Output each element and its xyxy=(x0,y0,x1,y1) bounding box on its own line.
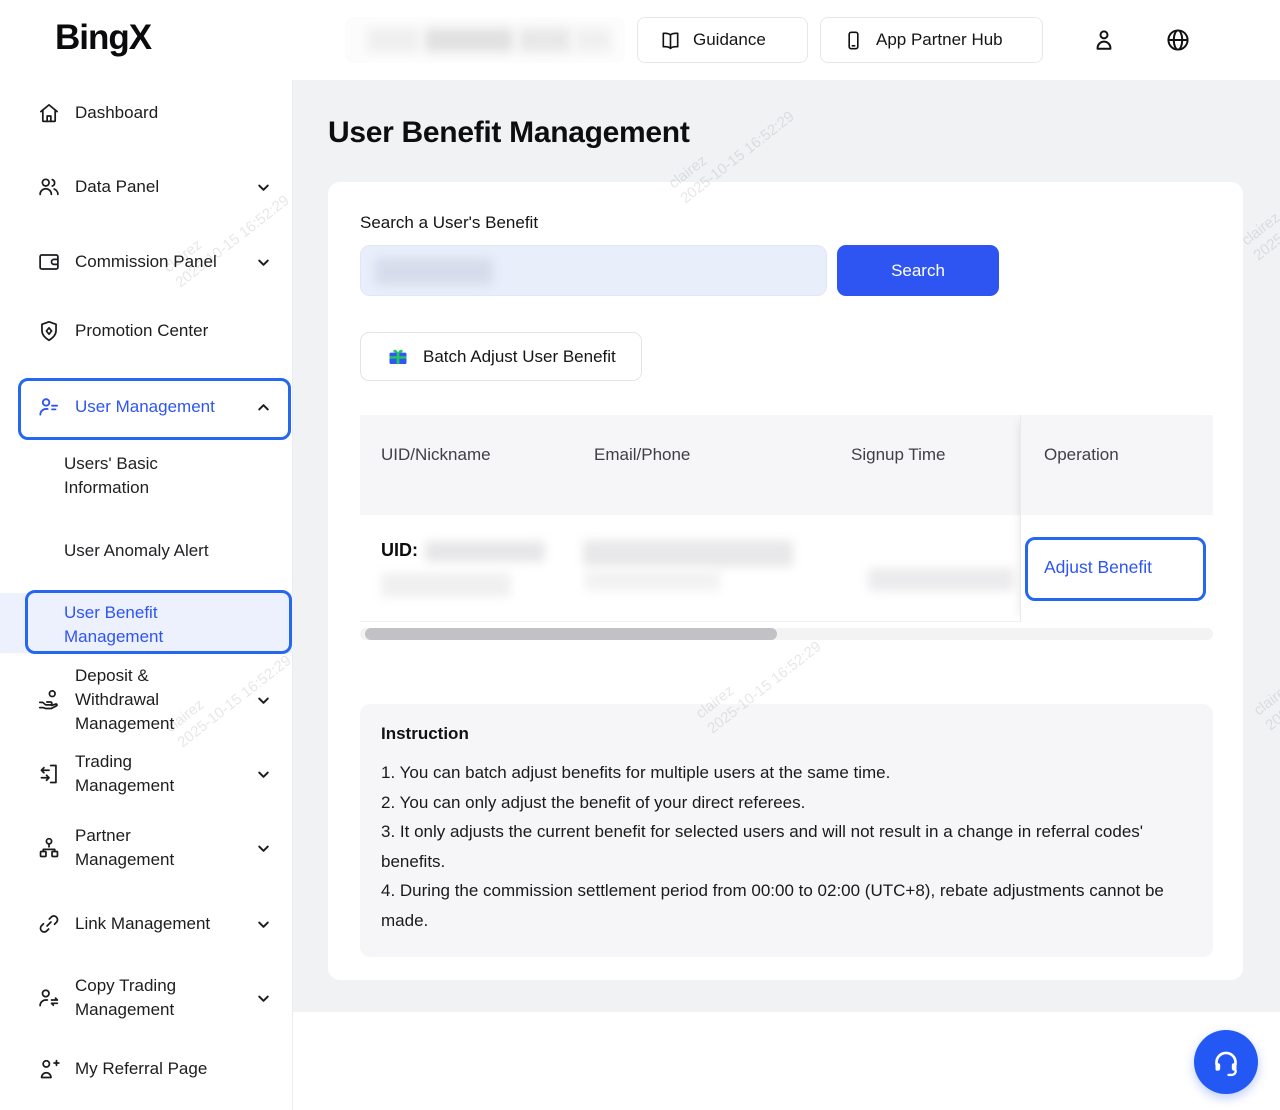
blurred-signup-time xyxy=(868,568,1014,591)
guidance-label: Guidance xyxy=(693,30,766,50)
sidebar-label: Promotion Center xyxy=(75,319,208,343)
gift-icon xyxy=(386,345,410,369)
benefit-table: UID/Nickname Email/Phone Signup Time UID… xyxy=(360,415,1213,622)
main-content: User Benefit Management Search a User's … xyxy=(293,80,1280,1012)
chevron-up-icon xyxy=(256,400,271,415)
sidebar-item-user-management[interactable]: User Management xyxy=(0,390,293,424)
sidebar-label: Deposit & Withdrawal Management xyxy=(75,664,183,736)
sidebar-item-data-panel[interactable]: Data Panel xyxy=(0,170,293,204)
uid-label: UID: xyxy=(381,540,418,561)
app-partner-hub-button[interactable]: App Partner Hub xyxy=(820,17,1043,63)
blur-segment xyxy=(367,28,419,52)
phone-icon xyxy=(842,29,865,52)
instruction-title: Instruction xyxy=(381,724,1192,744)
sidebar-label: Data Panel xyxy=(75,175,159,199)
page: BingX Guidance App Partn xyxy=(0,0,1280,1110)
sidebar-item-link-management[interactable]: Link Management xyxy=(0,907,293,941)
instruction-panel: Instruction 1. You can batch adjust bene… xyxy=(360,704,1213,957)
chevron-down-icon xyxy=(256,991,271,1006)
operation-header-cell: Operation xyxy=(1021,415,1213,515)
column-header-email: Email/Phone xyxy=(594,445,690,465)
sidebar-item-deposit-withdrawal-management[interactable]: Deposit & Withdrawal Management xyxy=(0,664,293,736)
sidebar-item-commission-panel[interactable]: Commission Panel xyxy=(0,245,293,279)
user-list-icon xyxy=(36,394,62,420)
sidebar-label: Commission Panel xyxy=(75,250,217,274)
book-icon xyxy=(659,29,682,52)
instruction-item: 4. During the commission settlement peri… xyxy=(381,876,1192,935)
blurred-input-value xyxy=(375,258,493,285)
sidebar-label: Trading Management xyxy=(75,750,193,798)
bingx-logo[interactable]: BingX xyxy=(55,18,151,58)
shield-badge-icon xyxy=(36,318,62,344)
scrollbar-thumb[interactable] xyxy=(365,628,777,640)
profile-icon[interactable] xyxy=(1090,26,1118,54)
instruction-item: 2. You can only adjust the benefit of yo… xyxy=(381,788,1192,818)
top-header: BingX Guidance App Partn xyxy=(0,0,1280,80)
sidebar-item-copy-trading-management[interactable]: Copy Trading Management xyxy=(0,974,293,1022)
sidebar-label: Copy Trading Management xyxy=(75,974,193,1022)
horizontal-scrollbar[interactable] xyxy=(360,628,1213,640)
blur-segment xyxy=(519,28,571,52)
sidebar-subitem-user-anomaly-alert[interactable]: User Anomaly Alert xyxy=(0,539,293,563)
sidebar-label: User Management xyxy=(75,395,215,419)
sidebar-item-partner-management[interactable]: Partner Management xyxy=(0,824,293,872)
sidebar: Dashboard Data Panel Commission Panel xyxy=(0,80,293,1110)
operation-body-cell: Adjust Benefit xyxy=(1021,515,1213,622)
app-partner-hub-label: App Partner Hub xyxy=(876,30,1003,50)
column-header-signup: Signup Time xyxy=(851,445,946,465)
column-header-uid: UID/Nickname xyxy=(381,445,491,465)
instruction-item: 1. You can batch adjust benefits for mul… xyxy=(381,758,1192,788)
chevron-down-icon xyxy=(256,693,271,708)
person-swap-icon xyxy=(36,985,62,1011)
adjust-benefit-link[interactable]: Adjust Benefit xyxy=(1044,557,1152,578)
sidebar-item-my-referral-page[interactable]: My Referral Page xyxy=(0,1052,293,1086)
sidebar-label: User Anomaly Alert xyxy=(64,541,209,560)
chevron-down-icon xyxy=(256,767,271,782)
sidebar-label: Link Management xyxy=(75,912,210,936)
sidebar-label: Users' Basic Information xyxy=(64,452,194,500)
sidebar-item-trading-management[interactable]: Trading Management xyxy=(0,750,293,798)
transfer-arrows-icon xyxy=(36,761,62,787)
column-header-operation: Operation xyxy=(1044,445,1119,465)
support-button[interactable] xyxy=(1194,1030,1258,1094)
chevron-down-icon xyxy=(256,841,271,856)
benefit-search-input[interactable] xyxy=(360,245,827,296)
page-title: User Benefit Management xyxy=(328,116,690,150)
sidebar-label: My Referral Page xyxy=(75,1057,207,1081)
users-icon xyxy=(36,174,62,200)
sidebar-subitem-user-benefit-management[interactable]: User Benefit Management xyxy=(0,601,293,649)
org-chart-icon xyxy=(36,835,62,861)
search-button[interactable]: Search xyxy=(837,245,999,296)
sidebar-item-promotion-center[interactable]: Promotion Center xyxy=(0,314,293,348)
link-icon xyxy=(36,911,62,937)
wallet-icon xyxy=(36,249,62,275)
batch-adjust-button[interactable]: Batch Adjust User Benefit xyxy=(360,332,642,381)
chevron-down-icon xyxy=(256,917,271,932)
sidebar-subitem-users-basic-information[interactable]: Users' Basic Information xyxy=(0,452,293,500)
batch-adjust-label: Batch Adjust User Benefit xyxy=(423,347,616,367)
headset-icon xyxy=(1209,1045,1243,1079)
person-plus-icon xyxy=(36,1056,62,1082)
guidance-button[interactable]: Guidance xyxy=(637,17,808,63)
blurred-uid-value xyxy=(425,541,545,562)
sidebar-label: Dashboard xyxy=(75,101,158,125)
sidebar-label: Partner Management xyxy=(75,824,193,872)
chevron-down-icon xyxy=(256,180,271,195)
language-globe-icon[interactable] xyxy=(1164,26,1192,54)
sidebar-label: User Benefit Management xyxy=(64,601,194,649)
instruction-item: 3. It only adjusts the current benefit f… xyxy=(381,817,1192,876)
chevron-down-icon xyxy=(256,255,271,270)
blur-segment xyxy=(575,28,611,52)
blurred-nickname xyxy=(381,573,511,597)
hand-coin-icon xyxy=(36,687,62,713)
benefit-card: Search a User's Benefit Search Batch Adj… xyxy=(328,182,1243,980)
blur-segment xyxy=(425,28,513,52)
blurred-account-info xyxy=(345,17,625,63)
blurred-phone xyxy=(585,570,720,591)
operation-sticky-column: Operation Adjust Benefit xyxy=(1020,415,1213,622)
home-icon xyxy=(36,100,62,126)
search-label: Search a User's Benefit xyxy=(360,213,538,233)
blurred-email xyxy=(583,540,793,567)
sidebar-item-dashboard[interactable]: Dashboard xyxy=(0,96,293,130)
